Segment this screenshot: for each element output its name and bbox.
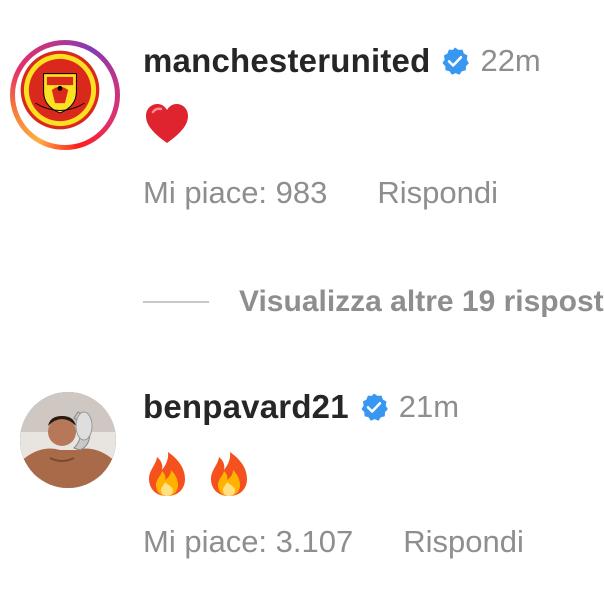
view-more-replies-button[interactable]: Visualizza altre 19 risposte bbox=[143, 285, 604, 319]
username[interactable]: benpavard21 bbox=[143, 388, 349, 426]
comment-actions: Mi piace: 983 Rispondi bbox=[143, 175, 498, 211]
avatar-photo-icon bbox=[20, 392, 116, 488]
avatar[interactable] bbox=[10, 40, 120, 150]
timestamp: 21m bbox=[398, 389, 460, 424]
avatar[interactable] bbox=[20, 392, 116, 488]
fire-icon bbox=[149, 452, 185, 496]
comment-text bbox=[143, 450, 253, 498]
fire-icon bbox=[211, 452, 247, 496]
likes-count[interactable]: Mi piace: 983 bbox=[143, 175, 327, 211]
comment-item: benpavard21 21m Mi piace: 3.107 Rispondi bbox=[0, 370, 604, 570]
likes-count[interactable]: Mi piace: 3.107 bbox=[143, 524, 353, 560]
timestamp: 22m bbox=[480, 43, 541, 78]
manchester-united-crest-icon bbox=[20, 50, 100, 130]
view-more-label: Visualizza altre 19 risposte bbox=[239, 285, 604, 318]
comment-item: manchesterunited 22m Mi piace: 983 Rispo… bbox=[0, 0, 604, 210]
comment-header: manchesterunited 22m bbox=[143, 42, 541, 80]
verified-badge-icon bbox=[361, 393, 388, 421]
reply-button[interactable]: Rispondi bbox=[403, 524, 524, 560]
divider-line bbox=[143, 301, 209, 303]
reply-button[interactable]: Rispondi bbox=[377, 175, 498, 211]
username[interactable]: manchesterunited bbox=[143, 42, 430, 80]
comment-header: benpavard21 21m bbox=[143, 388, 459, 426]
verified-badge-icon bbox=[442, 47, 470, 75]
comment-actions: Mi piace: 3.107 Rispondi bbox=[143, 524, 524, 560]
comment-text bbox=[143, 100, 191, 148]
heart-icon bbox=[146, 104, 188, 143]
comments-screen: manchesterunited 22m Mi piace: 983 Rispo… bbox=[0, 0, 604, 604]
